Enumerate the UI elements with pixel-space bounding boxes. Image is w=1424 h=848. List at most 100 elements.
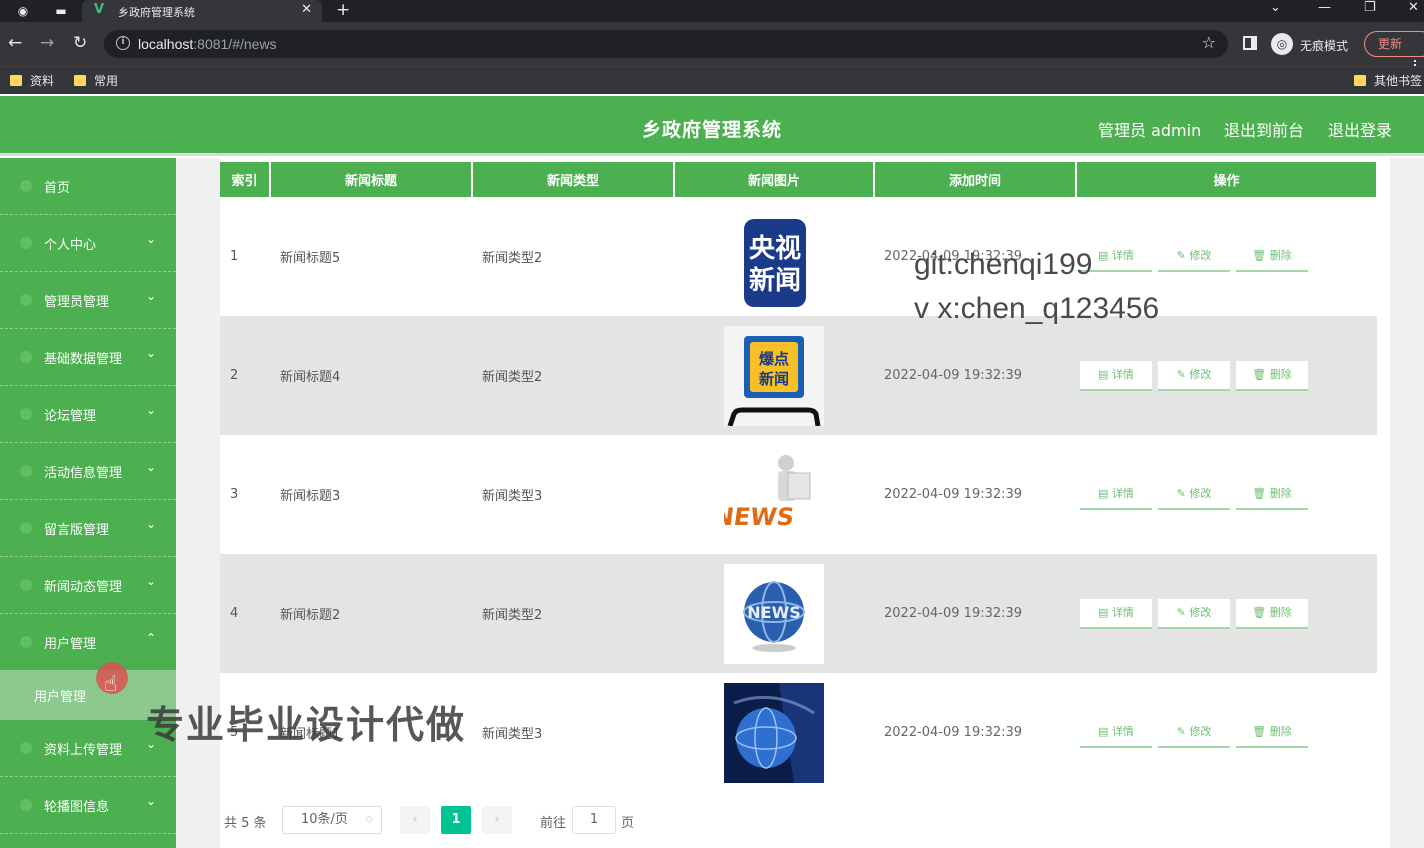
- cell-time: 2022-04-09 19:32:39: [884, 487, 1023, 502]
- address-bar[interactable]: i localhost:8081/#/news ☆: [104, 30, 1228, 58]
- page-size-select[interactable]: 10条/页 ◇: [282, 806, 382, 834]
- pencil-icon: ✎: [1176, 486, 1190, 500]
- news-3d-figure-image[interactable]: NEWS: [724, 444, 824, 545]
- table-header-row: 索引 新闻标题 新闻类型 新闻图片 添加时间 操作: [220, 162, 1378, 197]
- sidebar-item-home[interactable]: 首页: [0, 158, 176, 215]
- cell-title: 新闻标题5: [280, 251, 341, 266]
- cctv-news-logo-image[interactable]: 央视 新闻: [724, 207, 824, 307]
- edit-button[interactable]: ✎ 修改: [1158, 360, 1230, 391]
- watermark-vx: v x:chen_q123456: [914, 292, 1160, 325]
- trash-icon: 🗑: [1252, 367, 1270, 381]
- cell-index: 1: [230, 249, 239, 264]
- bookmark-folder-changyong[interactable]: 常用: [74, 72, 118, 89]
- blue-globe-image[interactable]: [724, 682, 824, 783]
- sidebar-item-activity[interactable]: 活动信息管理 ⌄: [0, 443, 176, 500]
- menu-icon: [20, 522, 32, 534]
- menu-icon: [20, 579, 32, 591]
- chevron-down-icon: ⌄: [145, 232, 156, 246]
- sidebar-item-news[interactable]: 新闻动态管理 ⌄: [0, 557, 176, 614]
- restore-icon[interactable]: ❐: [1364, 0, 1376, 15]
- menu-icon: [20, 351, 32, 363]
- site-info-icon[interactable]: i: [116, 36, 130, 50]
- document-icon: ▤: [1098, 486, 1112, 500]
- hot-news-phone-image[interactable]: 爆点 新闻: [724, 325, 824, 426]
- url-path: :8081/#/news: [193, 36, 277, 52]
- delete-button[interactable]: 🗑 删除: [1236, 242, 1308, 272]
- news-globe-image[interactable]: NEWS: [724, 563, 824, 664]
- cell-index: 2: [220, 316, 270, 435]
- sidebar-item-admin[interactable]: 管理员管理 ⌄: [0, 272, 176, 329]
- table-row: 1 新闻标题5 新闻类型2 央视 新闻 2022-04-09 19:32:39 …: [220, 197, 1377, 316]
- close-window-icon[interactable]: ✕: [1408, 0, 1419, 15]
- folder-icon: [10, 75, 22, 86]
- svg-text:NEWS: NEWS: [724, 503, 796, 531]
- edit-button[interactable]: ✎ 修改: [1158, 242, 1230, 272]
- sidebar-item-label: 论坛管理: [44, 409, 97, 424]
- new-tab-icon[interactable]: +: [336, 0, 350, 20]
- sidebar-item-label: 资料上传管理: [44, 743, 123, 758]
- incognito-icon[interactable]: ◎: [1271, 33, 1293, 55]
- page-number-button[interactable]: 1: [441, 806, 471, 834]
- exit-to-front-link[interactable]: 退出到前台: [1224, 117, 1304, 141]
- next-page-button[interactable]: ›: [482, 806, 512, 834]
- edit-button[interactable]: ✎ 修改: [1158, 480, 1230, 510]
- delete-button[interactable]: 🗑 删除: [1236, 718, 1308, 748]
- delete-button[interactable]: 🗑 删除: [1236, 598, 1308, 629]
- detail-button[interactable]: ▤ 详情: [1080, 718, 1152, 748]
- bookmark-folder-ziliao[interactable]: 资料: [10, 72, 54, 89]
- goto-page-input[interactable]: 1: [572, 806, 616, 834]
- menu-icon: [20, 237, 32, 249]
- vue-favicon-icon: V: [94, 2, 105, 17]
- edit-button[interactable]: ✎ 修改: [1158, 718, 1230, 748]
- browser-tab-active[interactable]: V 乡政府管理系统 ✕: [82, 0, 322, 22]
- sidebar-item-label: 管理员管理: [44, 295, 110, 310]
- cell-type: 新闻类型2: [472, 554, 674, 673]
- logout-link[interactable]: 退出登录: [1328, 117, 1392, 141]
- detail-button[interactable]: ▤ 详情: [1080, 480, 1152, 510]
- sidebar-item-label: 新闻动态管理: [44, 580, 123, 595]
- forward-icon[interactable]: →: [40, 33, 54, 53]
- detail-label: 详情: [1111, 248, 1134, 262]
- bookmark-label: 常用: [94, 74, 119, 88]
- update-button[interactable]: 更新: [1364, 31, 1424, 57]
- sidebar-item-users[interactable]: 用户管理 ⌃: [0, 614, 176, 671]
- sidebar-item-carousel[interactable]: 轮播图信息 ⌄: [0, 777, 176, 834]
- edit-button[interactable]: ✎ 修改: [1158, 598, 1230, 629]
- chevron-down-icon: ⌄: [145, 574, 156, 588]
- browser-menu-icon[interactable]: ◉: [14, 2, 32, 20]
- sidebar-item-guestbook[interactable]: 留言版管理 ⌄: [0, 500, 176, 557]
- side-panel-icon[interactable]: [1243, 36, 1257, 50]
- back-icon[interactable]: ←: [8, 33, 22, 53]
- document-icon: ▤: [1098, 724, 1112, 738]
- chevron-down-icon: ⌄: [145, 289, 156, 303]
- minimize-icon[interactable]: —: [1318, 0, 1331, 15]
- other-bookmarks[interactable]: 其他书签: [1354, 72, 1422, 89]
- cell-actions: ▤ 详情 ✎ 修改 🗑 删除: [1076, 673, 1377, 792]
- folder-icon: [74, 75, 86, 86]
- table-row: 4 新闻标题2 新闻类型2 NEWS 2022-04-09 19:32:39 ▤: [220, 554, 1377, 673]
- sidebar-item-label: 首页: [44, 181, 71, 196]
- sidebar-item-forum[interactable]: 论坛管理 ⌄: [0, 386, 176, 443]
- menu-icon: [20, 465, 32, 477]
- svg-text:央视: 央视: [749, 234, 801, 264]
- reload-icon[interactable]: ↻: [73, 33, 87, 53]
- sidebar-item-personal-center[interactable]: 个人中心 ⌄: [0, 215, 176, 272]
- close-tab-icon[interactable]: ✕: [301, 2, 312, 17]
- detail-button[interactable]: ▤ 详情: [1080, 598, 1152, 629]
- delete-button[interactable]: 🗑 删除: [1236, 360, 1308, 391]
- incognito-label: 无痕模式: [1300, 39, 1349, 53]
- chevron-down-icon: ⌄: [145, 460, 156, 474]
- edit-label: 修改: [1189, 367, 1212, 381]
- detail-button[interactable]: ▤ 详情: [1080, 360, 1152, 391]
- prev-page-button[interactable]: ‹: [400, 806, 430, 834]
- cell-type: 新闻类型3: [482, 489, 543, 504]
- pencil-icon: ✎: [1176, 248, 1190, 262]
- bookmark-star-icon[interactable]: ☆: [1202, 33, 1216, 52]
- table-row: 3 新闻标题3 新闻类型3 NEWS 2022-04-09 19:32:39 ▤…: [220, 435, 1377, 554]
- tab-list-icon[interactable]: ⌄: [1270, 0, 1281, 15]
- delete-label: 删除: [1269, 724, 1292, 738]
- delete-button[interactable]: 🗑 删除: [1236, 480, 1308, 510]
- cell-image: 爆点 新闻: [674, 316, 874, 435]
- sidebar-item-base-data[interactable]: 基础数据管理 ⌄: [0, 329, 176, 386]
- tab-search-icon[interactable]: ▬: [52, 2, 70, 20]
